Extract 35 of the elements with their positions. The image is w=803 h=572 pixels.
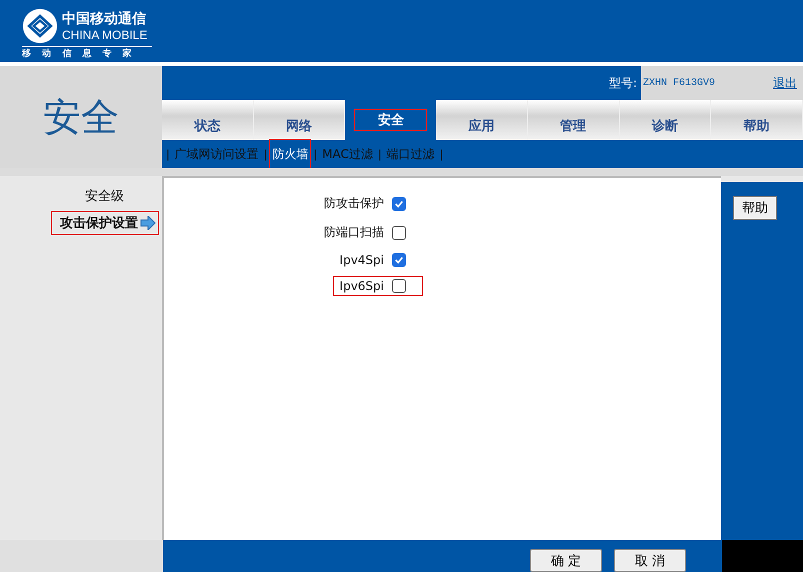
- option-label: 防端口扫描: [324, 224, 384, 241]
- nav-tab[interactable]: 网络: [254, 100, 346, 140]
- separator: |: [264, 148, 268, 160]
- nav-tab[interactable]: 应用: [436, 100, 528, 140]
- checkbox[interactable]: [392, 196, 406, 210]
- checkbox[interactable]: [392, 253, 406, 267]
- form-button[interactable]: 确 定: [530, 549, 602, 572]
- nav-tab[interactable]: 管理: [528, 100, 620, 140]
- separator: |: [378, 148, 382, 160]
- sub-tab[interactable]: 防火墙: [270, 140, 310, 168]
- form-button[interactable]: 取 消: [614, 549, 686, 572]
- arrow-icon: [140, 216, 156, 230]
- option-label: 防攻击保护: [324, 195, 384, 212]
- checkbox[interactable]: [392, 226, 406, 240]
- logo-subtitle: CHINA MOBILE: [62, 28, 148, 42]
- sidebar-item[interactable]: 安全级: [83, 186, 126, 206]
- checkbox[interactable]: [392, 279, 406, 293]
- option-label: Ipv4Spi: [340, 253, 384, 267]
- check-icon: [394, 198, 404, 208]
- model-value: ZXHN F613GV9: [641, 66, 767, 100]
- logout-link[interactable]: 退出: [767, 66, 803, 100]
- help-button[interactable]: 帮助: [733, 196, 777, 220]
- separator: |: [166, 148, 170, 160]
- page-title: 安全: [43, 94, 119, 140]
- nav-tab[interactable]: 状态: [162, 100, 254, 140]
- separator: |: [440, 148, 444, 160]
- nav-tab[interactable]: 诊断: [620, 100, 712, 140]
- sidebar-item[interactable]: 攻击保护设置: [52, 212, 158, 234]
- nav-tab[interactable]: 帮助: [711, 100, 803, 140]
- logo-icon: [22, 8, 58, 44]
- check-icon: [394, 255, 404, 265]
- separator: |: [313, 148, 318, 160]
- logo-title: 中国移动通信: [62, 10, 147, 28]
- option-label: Ipv6Spi: [340, 279, 384, 293]
- logo-slogan: 移 动 信 息 专 家: [22, 46, 152, 60]
